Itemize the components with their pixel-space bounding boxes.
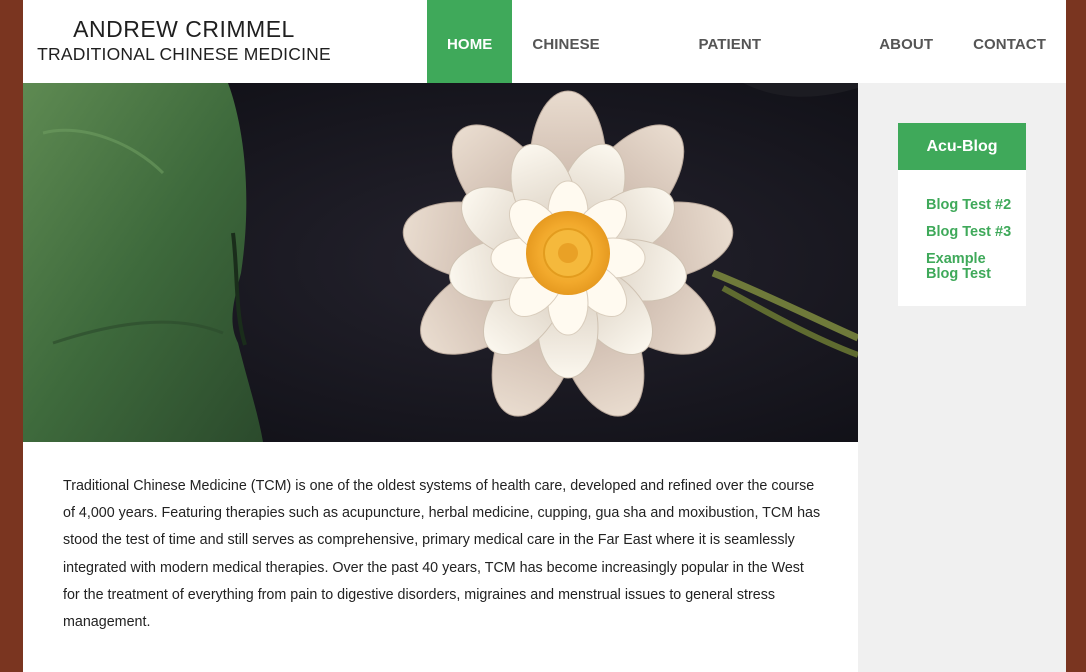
main-content: Traditional Chinese Medicine (TCM) is on… xyxy=(23,442,858,672)
page: ANDREW CRIMMEL TRADITIONAL CHINESE MEDIC… xyxy=(23,0,1066,672)
site-tagline: TRADITIONAL CHINESE MEDICINE xyxy=(37,44,331,64)
main-nav: HOME CHINESE MEDICINE PATIENT RESOURCES … xyxy=(427,0,1066,142)
widget-body: Blog Test #2 Blog Test #3 Example Blog T… xyxy=(898,170,1026,306)
nav-item-patient-resources[interactable]: PATIENT RESOURCES xyxy=(678,0,859,142)
blog-link-test-3[interactable]: Blog Test #3 xyxy=(926,225,1012,240)
hero-image xyxy=(23,83,858,442)
blog-link-example[interactable]: Example Blog Test xyxy=(926,252,1012,282)
water-lily-photo xyxy=(23,83,858,442)
widget-title: Acu-Blog xyxy=(898,123,1026,170)
acu-blog-widget: Acu-Blog Blog Test #2 Blog Test #3 Examp… xyxy=(898,123,1026,306)
nav-item-contact[interactable]: CONTACT xyxy=(953,0,1066,83)
site-logo[interactable]: ANDREW CRIMMEL TRADITIONAL CHINESE MEDIC… xyxy=(23,16,345,65)
intro-paragraph: Traditional Chinese Medicine (TCM) is on… xyxy=(63,478,821,631)
site-name[interactable]: ANDREW CRIMMEL xyxy=(23,16,345,43)
nav-item-home[interactable]: HOME xyxy=(427,0,513,83)
blog-link-test-2[interactable]: Blog Test #2 xyxy=(926,198,1012,213)
site-header: ANDREW CRIMMEL TRADITIONAL CHINESE MEDIC… xyxy=(23,0,1066,142)
nav-item-chinese-medicine[interactable]: CHINESE MEDICINE xyxy=(512,0,678,142)
nav-item-about[interactable]: ABOUT xyxy=(859,0,953,83)
